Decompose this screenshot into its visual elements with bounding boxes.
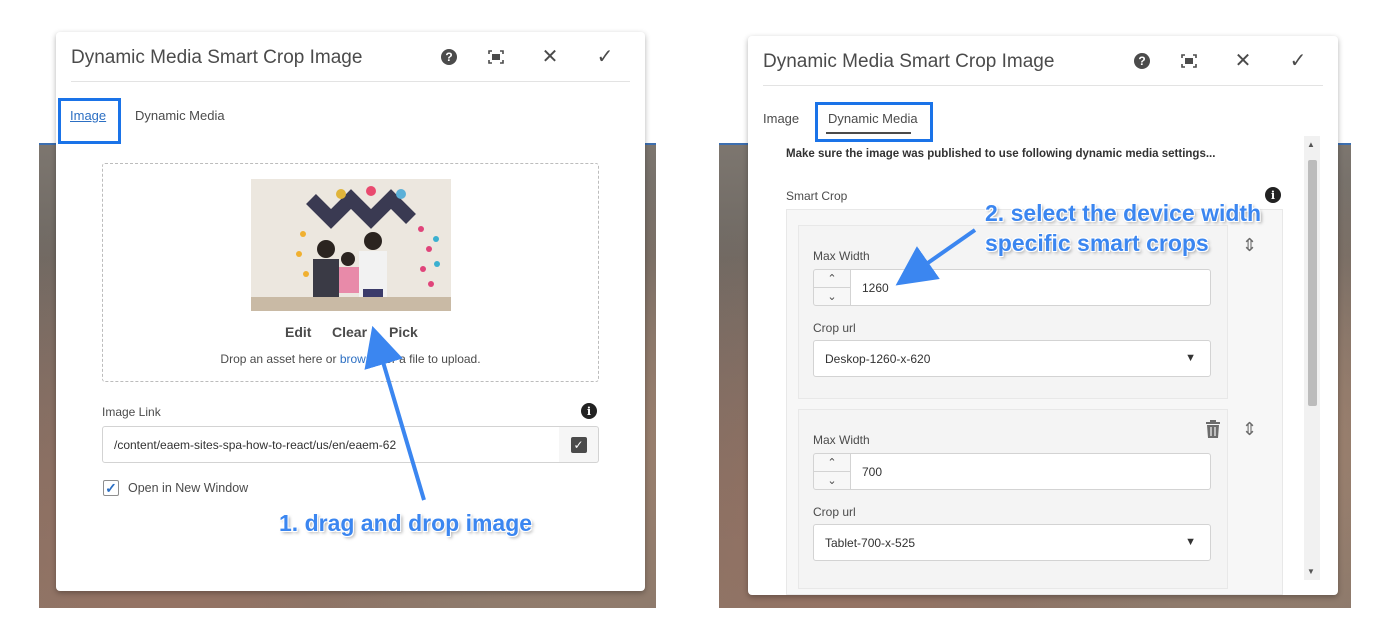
annotation-step2-line2: specific smart crops — [985, 230, 1209, 256]
annotation-step1: 1. drag and drop image — [279, 510, 533, 536]
annotation-arrows — [364, 228, 977, 501]
annotation-step2-line1: 2. select the device width — [985, 200, 1262, 226]
